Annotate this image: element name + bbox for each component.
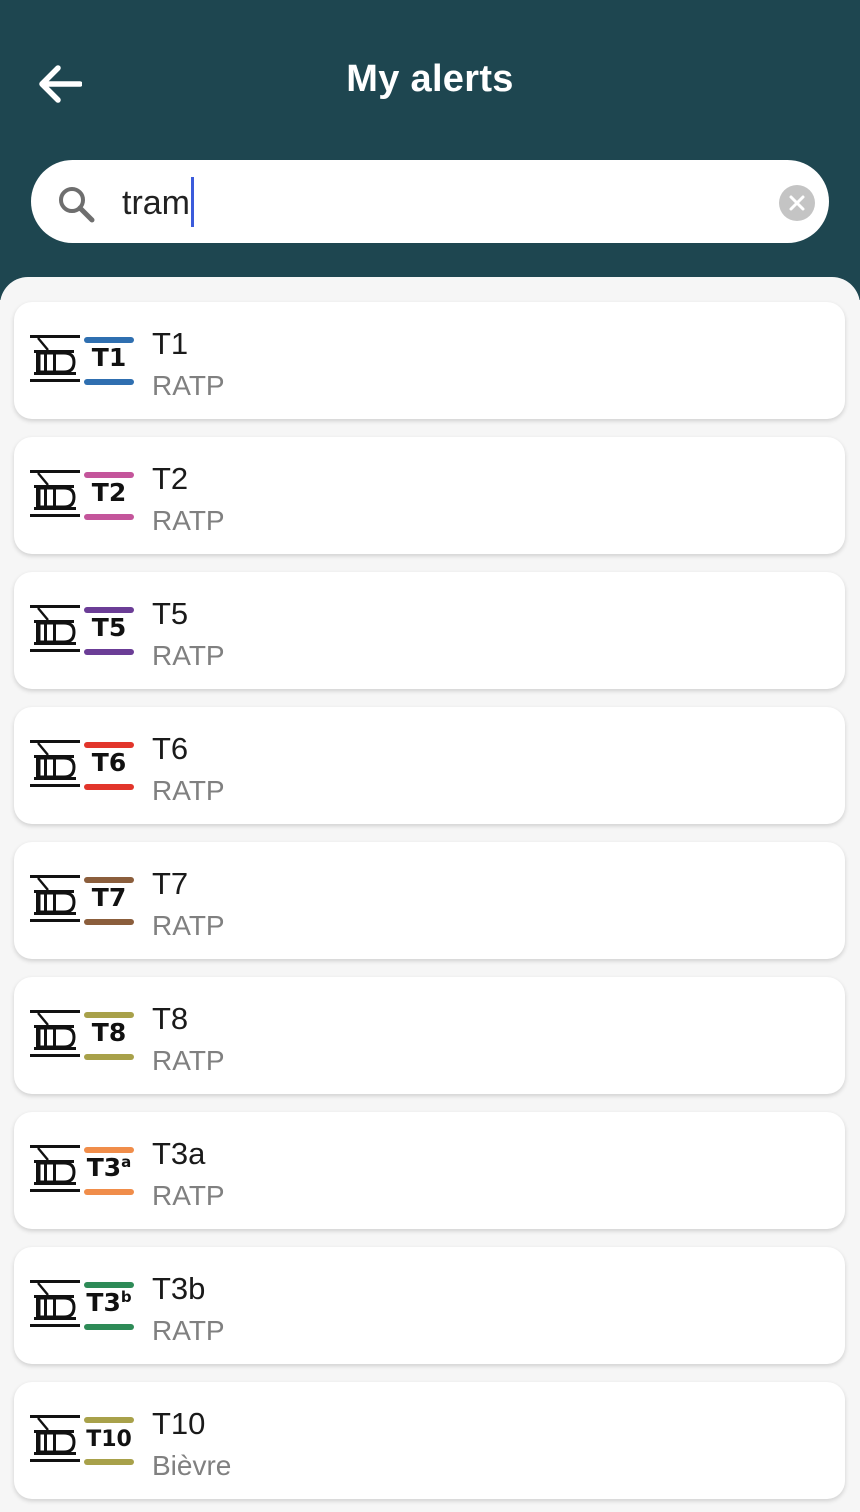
line-name: T5 — [152, 596, 189, 631]
line-operator: RATP — [152, 370, 225, 401]
tram-icon — [30, 335, 80, 382]
close-icon — [789, 195, 805, 211]
line-card-t6[interactable]: T6 T6 RATP — [14, 707, 845, 824]
line-card-t10[interactable]: T10 T10 Bièvre — [14, 1382, 845, 1499]
line-name: T7 — [152, 866, 189, 901]
line-operator: RATP — [152, 640, 225, 671]
text-caret — [191, 177, 194, 227]
line-badge: T6 — [84, 739, 136, 790]
line-operator: RATP — [152, 1180, 225, 1211]
line-code: T8 — [91, 1018, 127, 1047]
line-code: T1 — [91, 343, 127, 372]
tram-icon — [30, 470, 80, 517]
search-input[interactable] — [122, 180, 722, 226]
line-operator: Bièvre — [152, 1450, 232, 1481]
clear-search-button[interactable] — [779, 185, 815, 221]
tram-icon — [30, 605, 80, 652]
line-badge: T3b — [84, 1279, 136, 1330]
tram-icon — [30, 1010, 80, 1057]
line-name: T8 — [152, 1001, 189, 1036]
search-icon — [59, 187, 95, 223]
line-code-suffix: a — [121, 1153, 132, 1171]
line-card-t2[interactable]: T2 T2 RATP — [14, 437, 845, 554]
line-name: T3a — [152, 1136, 206, 1171]
line-card-t3b[interactable]: T3b T3b RATP — [14, 1247, 845, 1364]
line-card-t3a[interactable]: T3a T3a RATP — [14, 1112, 845, 1229]
line-code: T7 — [91, 883, 127, 912]
line-operator: RATP — [152, 1045, 225, 1076]
line-operator: RATP — [152, 775, 225, 806]
line-color-bar — [84, 784, 134, 790]
line-code: T5 — [91, 613, 127, 642]
page-title: My alerts — [346, 58, 514, 100]
line-card-t5[interactable]: T5 T5 RATP — [14, 572, 845, 689]
line-color-bar — [84, 1054, 134, 1060]
line-name: T6 — [152, 731, 189, 766]
line-name: T2 — [152, 461, 189, 496]
line-name: T3b — [152, 1271, 206, 1306]
line-name: T1 — [152, 326, 189, 361]
line-name: T10 — [152, 1406, 206, 1441]
line-card-t1[interactable]: T1 T1 RATP — [14, 302, 845, 419]
line-code: T3 — [86, 1153, 122, 1182]
line-badge: T8 — [84, 1009, 136, 1060]
line-operator: RATP — [152, 505, 225, 536]
tram-icon — [30, 1280, 80, 1327]
line-color-bar — [84, 649, 134, 655]
line-color-bar — [84, 919, 134, 925]
tram-icon — [30, 1145, 80, 1192]
line-badge: T5 — [84, 604, 136, 655]
line-badge: T1 — [84, 334, 136, 385]
tram-icon — [30, 740, 80, 787]
line-color-bar — [84, 1459, 134, 1465]
line-card-t7[interactable]: T7 T7 RATP — [14, 842, 845, 959]
tram-icon — [30, 875, 80, 922]
line-card-t8[interactable]: T8 T8 RATP — [14, 977, 845, 1094]
line-operator: RATP — [152, 1315, 225, 1346]
line-badge: T7 — [84, 874, 136, 925]
app-header: My alerts — [0, 0, 860, 300]
line-color-bar — [84, 514, 134, 520]
line-code: T3 — [86, 1288, 121, 1317]
line-color-bar — [84, 1324, 134, 1330]
line-code-suffix: b — [120, 1288, 132, 1306]
line-badge: T3a — [84, 1144, 136, 1195]
line-operator: RATP — [152, 910, 225, 941]
line-code: T2 — [91, 478, 127, 507]
line-color-bar — [84, 1189, 134, 1195]
tram-icon — [30, 1415, 80, 1462]
line-color-bar — [84, 379, 134, 385]
line-code: T10 — [86, 1427, 132, 1452]
line-badge: T2 — [84, 469, 136, 520]
line-code: T6 — [91, 748, 127, 777]
line-badge: T10 — [84, 1414, 136, 1465]
